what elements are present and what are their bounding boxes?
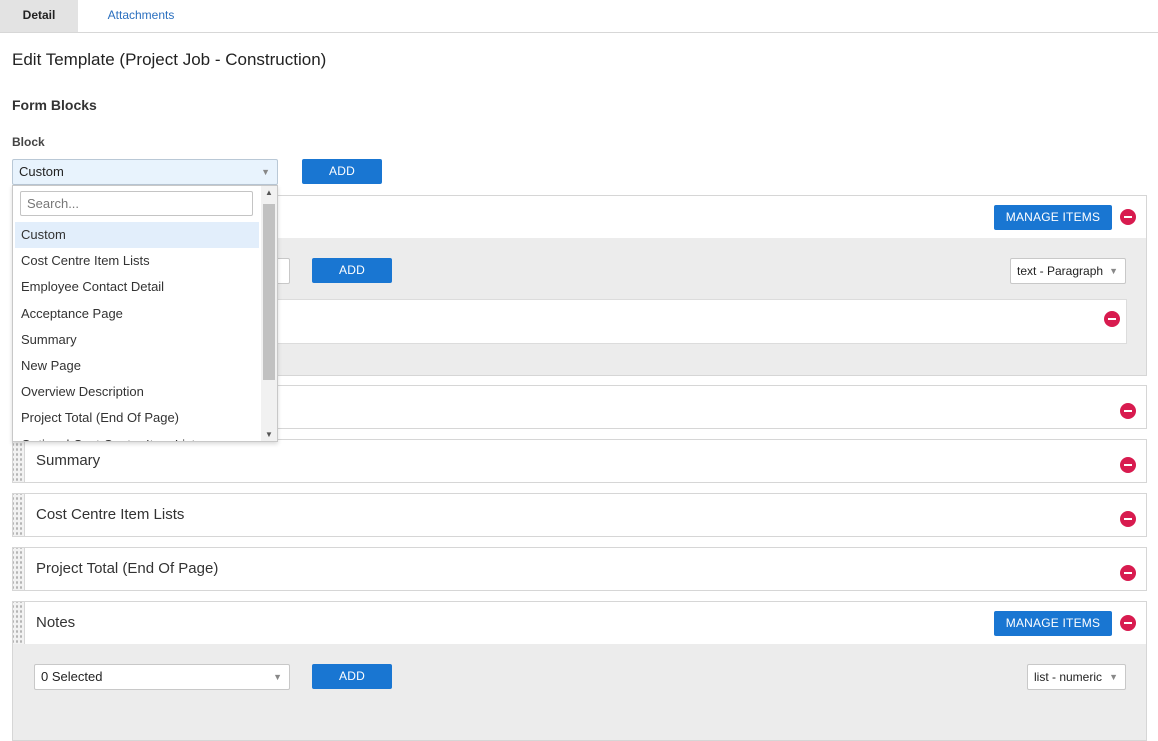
add-block-button[interactable]: ADD <box>302 159 382 184</box>
drag-handle-icon[interactable] <box>13 602 25 644</box>
chevron-down-icon: ▼ <box>261 167 270 177</box>
drag-handle-icon[interactable] <box>13 548 25 590</box>
tab-attachments[interactable]: Attachments <box>78 0 204 32</box>
items-select-value: 0 Selected <box>41 669 103 684</box>
manage-items-button[interactable]: MANAGE ITEMS <box>994 611 1112 636</box>
remove-block-icon[interactable] <box>1120 457 1136 473</box>
dropdown-option[interactable]: Project Total (End Of Page) <box>15 405 259 431</box>
block-select-value: Custom <box>19 164 64 179</box>
remove-block-icon[interactable] <box>1120 565 1136 581</box>
chevron-down-icon: ▼ <box>273 672 282 682</box>
add-item-button[interactable]: ADD <box>312 258 392 283</box>
type-select[interactable]: list - numeric ▼ <box>1027 664 1126 690</box>
type-select[interactable]: text - Paragraph ▼ <box>1010 258 1126 284</box>
dropdown-list: Custom Cost Centre Item Lists Employee C… <box>15 222 259 442</box>
block-select[interactable]: Custom ▼ <box>12 159 278 185</box>
dropdown-option[interactable]: Optional Cost Centre Item Lists <box>15 432 259 442</box>
tab-detail[interactable]: Detail <box>0 0 78 32</box>
page-title: Edit Template (Project Job - Constructio… <box>12 50 327 69</box>
panel-title: Project Total (End Of Page) <box>36 560 219 577</box>
panel-title: Summary <box>36 452 101 469</box>
scrollbar-thumb[interactable] <box>263 204 275 380</box>
notes-panel: Notes MANAGE ITEMS 0 Selected ▼ ADD list… <box>12 601 1147 741</box>
notes-body: 0 Selected ▼ ADD list - numeric ▼ <box>13 644 1146 740</box>
manage-items-button[interactable]: MANAGE ITEMS <box>994 205 1112 230</box>
items-select[interactable]: 0 Selected ▼ <box>34 664 290 690</box>
chevron-down-icon: ▼ <box>1109 672 1118 682</box>
type-select-value: list - numeric <box>1034 670 1103 684</box>
summary-panel: Summary <box>12 439 1147 483</box>
dropdown-option[interactable]: Acceptance Page <box>15 301 259 327</box>
dropdown-option[interactable]: Custom <box>15 222 259 249</box>
drag-handle-icon[interactable] <box>13 440 25 482</box>
remove-block-icon[interactable] <box>1120 511 1136 527</box>
dropdown-option[interactable]: Overview Description <box>15 379 259 405</box>
panel-title: Cost Centre Item Lists <box>36 506 185 523</box>
section-title: Form Blocks <box>12 97 97 113</box>
dropdown-option[interactable]: New Page <box>15 353 259 379</box>
remove-block-icon[interactable] <box>1120 403 1136 419</box>
panel-title: Notes <box>36 614 76 631</box>
tab-bar: Detail Attachments <box>0 0 1158 33</box>
dropdown-option[interactable]: Summary <box>15 327 259 353</box>
dropdown-option[interactable]: Cost Centre Item Lists <box>15 248 259 274</box>
remove-item-icon[interactable] <box>1104 311 1120 327</box>
project-total-panel: Project Total (End Of Page) <box>12 547 1147 591</box>
drag-handle-icon[interactable] <box>13 494 25 536</box>
remove-block-icon[interactable] <box>1120 209 1136 225</box>
dropdown-search-input[interactable]: Search... <box>20 191 253 216</box>
block-label: Block <box>12 135 45 149</box>
type-select-value: text - Paragraph <box>1017 264 1104 278</box>
remove-block-icon[interactable] <box>1120 615 1136 631</box>
dropdown-scrollbar[interactable]: ▲ ▼ <box>261 186 277 441</box>
cost-centre-panel: Cost Centre Item Lists <box>12 493 1147 537</box>
scroll-down-icon[interactable]: ▼ <box>265 430 273 439</box>
scroll-up-icon[interactable]: ▲ <box>265 188 273 197</box>
block-dropdown: Search... Custom Cost Centre Item Lists … <box>12 185 278 442</box>
dropdown-option[interactable]: Employee Contact Detail <box>15 274 259 300</box>
add-item-button[interactable]: ADD <box>312 664 392 689</box>
chevron-down-icon: ▼ <box>1109 266 1118 276</box>
